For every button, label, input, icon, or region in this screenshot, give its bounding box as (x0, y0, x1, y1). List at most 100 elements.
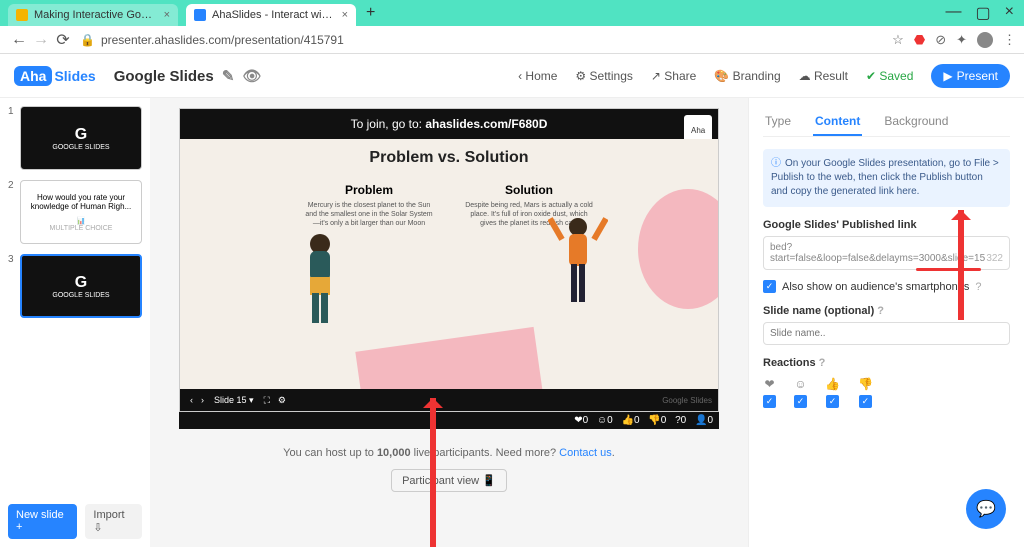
thumb-caption: GOOGLE SLIDES (52, 292, 109, 299)
forward-button[interactable]: → (30, 31, 52, 49)
tab-background[interactable]: Background (882, 108, 950, 136)
presentation-title[interactable]: Google Slides ✎ 👁 (114, 67, 262, 85)
problem-card: Problem Mercury is the closest planet to… (304, 183, 434, 228)
person-illustration (290, 229, 350, 339)
tab-type[interactable]: Type (763, 108, 793, 136)
fullscreen-icon[interactable]: ⛶ (264, 395, 270, 406)
slide-select[interactable]: Slide 15 ▾ (214, 395, 254, 406)
edit-icon[interactable]: ✎ (222, 68, 235, 85)
logo-text: Slides (54, 68, 95, 84)
maximize-icon[interactable]: ▢ (976, 3, 991, 23)
logo[interactable]: Aha Slides (14, 66, 96, 86)
reaction-toggle[interactable]: ✓ (794, 395, 807, 408)
menu-icon[interactable]: ⋮ (1003, 32, 1016, 48)
browser-titlebar: Making Interactive Google Slides × AhaSl… (0, 0, 1024, 26)
thumbnail-selected[interactable]: 3 G GOOGLE SLIDES (8, 254, 142, 318)
annotation-arrow (430, 398, 436, 547)
tab-label: AhaSlides - Interact with your au (212, 9, 334, 21)
thumbnail[interactable]: 1 G GOOGLE SLIDES (8, 106, 142, 170)
nav-result[interactable]: ☁ Result (799, 69, 848, 83)
window-controls: — ▢ × (936, 3, 1024, 23)
chat-fab[interactable]: 💬 (966, 489, 1006, 529)
also-show-label: Also show on audience's smartphones (782, 281, 969, 293)
participant-view-button[interactable]: Participant view 📱 (391, 469, 507, 492)
gslides-icon (16, 9, 28, 21)
slide-canvas: To join, go to: ahaslides.com/F680D AhaS… (150, 98, 748, 547)
slide-name-label: Slide name (optional) ? (763, 305, 1010, 317)
settings-panel: Type Content Background ⓘOn your Google … (748, 98, 1024, 547)
heart-icon: ❤ (764, 377, 774, 391)
info-callout: ⓘOn your Google Slides presentation, go … (763, 149, 1010, 207)
reaction-toggle[interactable]: ✓ (763, 395, 776, 408)
join-bar: To join, go to: ahaslides.com/F680D AhaS… (180, 109, 718, 139)
reaction-toggle[interactable]: ✓ (859, 395, 872, 408)
g-logo-icon: G (75, 126, 87, 144)
present-button[interactable]: ▶ Present (931, 64, 1010, 88)
reaction-toggle[interactable]: ✓ (826, 395, 839, 408)
brand-text: Google Slides (662, 396, 712, 405)
extensions-icon[interactable]: ✦ (956, 32, 967, 48)
person-illustration (548, 209, 608, 319)
close-icon[interactable]: × (164, 9, 170, 21)
new-tab-button[interactable]: + (366, 4, 375, 22)
host-info: You can host up to 10,000 live participa… (160, 447, 738, 492)
reactions-label: Reactions ? (763, 357, 1010, 369)
g-logo-icon: G (75, 274, 87, 292)
app-header: Aha Slides Google Slides ✎ 👁 ‹ Home ⚙ Se… (0, 54, 1024, 98)
thumb-number: 1 (8, 106, 20, 170)
url-field[interactable]: presenter.ahaslides.com/presentation/415… (101, 33, 892, 47)
nav-branding[interactable]: 🎨 Branding (714, 69, 780, 83)
gear-icon[interactable]: ⚙ (278, 395, 286, 406)
slide-thumbnails: 1 G GOOGLE SLIDES 2 How would you rate y… (0, 98, 150, 547)
browser-tab[interactable]: Making Interactive Google Slides × (8, 4, 178, 26)
thumb-number: 3 (8, 254, 20, 318)
next-slide-icon[interactable]: › (201, 395, 204, 405)
thumb-up-icon: 👍 (825, 377, 840, 391)
thumbnail[interactable]: 2 How would you rate your knowledge of H… (8, 180, 142, 244)
thumb-caption: GOOGLE SLIDES (52, 144, 109, 151)
aha-icon (194, 9, 206, 21)
slide-title: Problem vs. Solution (180, 149, 718, 167)
annotation-arrow (958, 210, 964, 320)
help-icon[interactable]: ? (877, 305, 884, 317)
prev-slide-icon[interactable]: ‹ (190, 395, 193, 405)
reaction-bar: ❤ 0 ☺ 0 👍 0 👎 0 ? 0 👤 0 (179, 412, 719, 429)
slide-preview: To join, go to: ahaslides.com/F680D AhaS… (179, 108, 719, 412)
saved-status: ✔ Saved (866, 69, 913, 83)
profile-avatar[interactable] (977, 32, 993, 48)
help-icon[interactable]: ? (975, 281, 981, 293)
thumb-down-icon: 👎 (858, 377, 873, 391)
lock-icon[interactable]: 🔒 (80, 33, 95, 47)
star-icon[interactable]: ☆ (892, 32, 904, 48)
published-link-label: Google Slides' Published link (763, 219, 1010, 231)
import-button[interactable]: Import ⇩ (85, 504, 142, 539)
also-show-checkbox[interactable]: ✓ (763, 280, 776, 293)
smile-icon: ☺ (794, 377, 806, 391)
eye-icon[interactable]: 👁 (243, 68, 262, 85)
thumb-number: 2 (8, 180, 20, 244)
reload-button[interactable]: ⟳ (52, 30, 74, 50)
address-bar: ← → ⟳ 🔒 presenter.ahaslides.com/presenta… (0, 26, 1024, 54)
nav-share[interactable]: ↗ Share (651, 69, 696, 83)
slide-controls: ‹ › Slide 15 ▾ ⛶ ⚙ Google Slides (180, 389, 718, 411)
new-slide-button[interactable]: New slide + (8, 504, 77, 539)
browser-tab-active[interactable]: AhaSlides - Interact with your au × (186, 4, 356, 26)
published-link-input[interactable]: bed?start=false&loop=false&delayms=3000&… (763, 236, 1010, 270)
back-button[interactable]: ← (8, 31, 30, 49)
minimize-icon[interactable]: — (946, 3, 962, 23)
block-icon[interactable]: ⊘ (935, 32, 946, 48)
close-icon[interactable]: × (342, 9, 348, 21)
slide-name-input[interactable] (763, 322, 1010, 345)
close-window-icon[interactable]: × (1005, 3, 1014, 23)
nav-settings[interactable]: ⚙ Settings (575, 69, 632, 83)
thumb-caption: MULTIPLE CHOICE (50, 225, 113, 232)
help-icon[interactable]: ? (819, 357, 826, 369)
nav-home[interactable]: ‹ Home (518, 69, 557, 83)
logo-mark: Aha (14, 66, 52, 86)
adblock-icon[interactable]: ⬣ (914, 32, 925, 48)
thumb-title: How would you rate your knowledge of Hum… (25, 193, 137, 211)
info-icon: ⓘ (771, 158, 781, 169)
tab-content[interactable]: Content (813, 108, 862, 136)
contact-link[interactable]: Contact us (559, 447, 612, 459)
tab-label: Making Interactive Google Slides (34, 9, 156, 21)
